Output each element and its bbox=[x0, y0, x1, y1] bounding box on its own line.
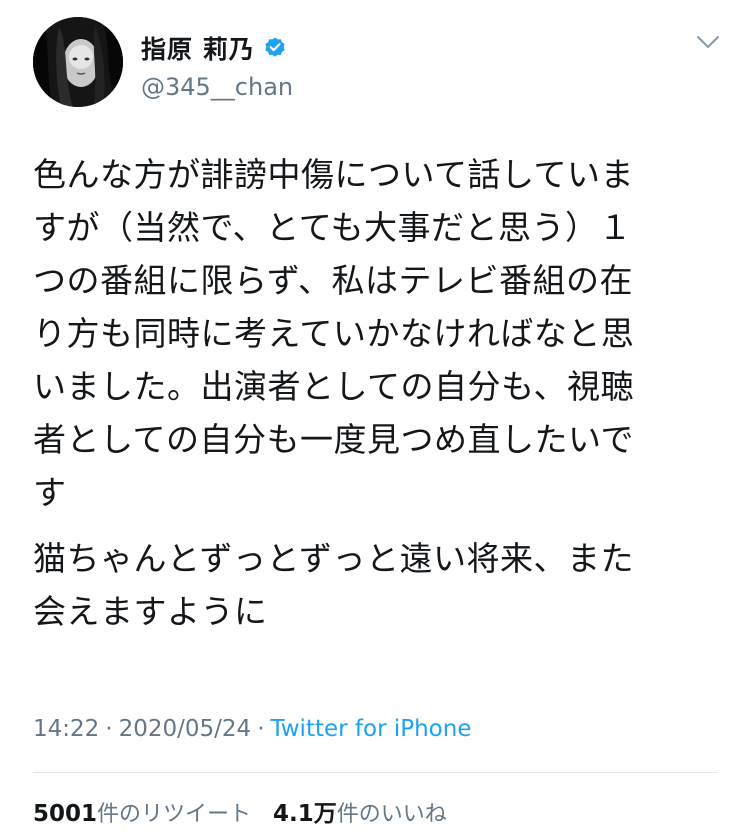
tweet-stats: 5001件のリツイート 4.1万件のいいね bbox=[33, 794, 447, 828]
tweet-paragraph: 猫ちゃんとずっとずっと遠い将来、また 会えますように bbox=[33, 539, 635, 631]
tweet-text: 色んな方が誹謗中傷について話していま すが（当然で、とても大事だと思う）１ つの… bbox=[33, 148, 723, 638]
meta-separator: · bbox=[257, 716, 265, 742]
chevron-down-icon[interactable] bbox=[693, 27, 723, 57]
user-handle[interactable]: @345__chan bbox=[141, 73, 293, 101]
verified-badge-icon bbox=[263, 36, 287, 60]
likes-label: 件のいいね bbox=[336, 802, 447, 827]
retweets-stat[interactable]: 5001件のリツイート bbox=[33, 796, 251, 828]
retweets-count: 5001 bbox=[33, 801, 98, 827]
profile-photo-icon bbox=[33, 17, 123, 107]
retweets-label: 件のリツイート bbox=[97, 802, 252, 827]
tweet-header: 指原 莉乃 @345__chan bbox=[33, 17, 723, 107]
meta-separator: · bbox=[105, 716, 113, 742]
tweet-source-link[interactable]: Twitter for iPhone bbox=[271, 716, 472, 742]
tweet-time[interactable]: 14:22 bbox=[33, 716, 99, 742]
tweet-paragraph: 色んな方が誹謗中傷について話していま すが（当然で、とても大事だと思う）１ つの… bbox=[33, 155, 635, 512]
tweet-date[interactable]: 2020/05/24 bbox=[119, 716, 252, 742]
likes-count: 4.1万 bbox=[273, 801, 337, 827]
avatar[interactable] bbox=[33, 17, 123, 107]
divider bbox=[33, 772, 718, 773]
likes-stat[interactable]: 4.1万件のいいね bbox=[273, 794, 447, 828]
display-name[interactable]: 指原 莉乃 bbox=[141, 30, 255, 66]
tweet-metadata: 14:22 · 2020/05/24 · Twitter for iPhone bbox=[33, 716, 471, 742]
name-row: 指原 莉乃 bbox=[141, 31, 287, 65]
